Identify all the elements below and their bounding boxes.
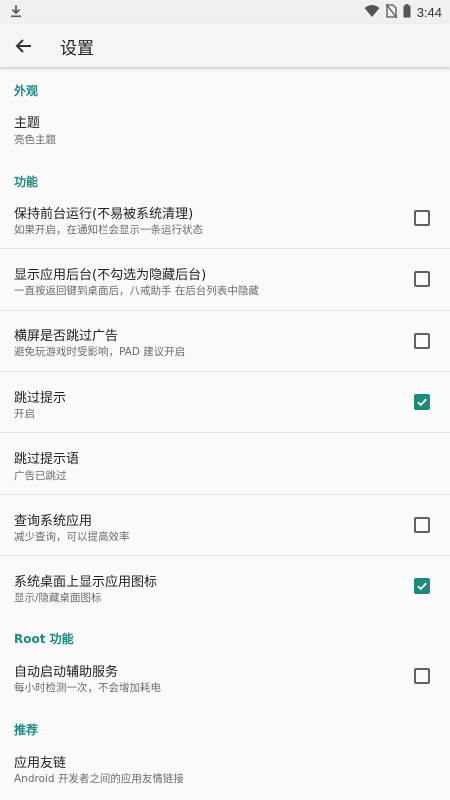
setting-theme[interactable]: 主题 亮色主题 [0,104,450,162]
no-sim-icon [385,3,398,22]
setting-landscape-skip[interactable]: 横屏是否跳过广告 避免玩游戏时受影响，PAD 建议开启 [0,311,450,372]
setting-summary: 减少查询，可以提高效率 [14,531,130,543]
setting-title: 应用友链 [14,756,67,771]
checkmark-icon [417,398,427,407]
setting-summary: 如果开启，在通知栏会显示一条运行状态 [14,224,203,236]
setting-query-system-apps[interactable]: 查询系统应用 减少查询，可以提高效率 [0,495,450,556]
setting-summary: 避免玩游戏时受影响，PAD 建议开启 [14,346,186,358]
download-icon [10,3,22,22]
setting-summary: 亮色主题 [14,134,56,146]
setting-show-launcher-icon[interactable]: 系统桌面上显示应用图标 显示/隐藏桌面图标 [0,556,450,616]
setting-title: 自动启动辅助服务 [14,665,119,680]
setting-title: 主题 [14,116,41,131]
checkbox-unchecked[interactable] [414,271,430,287]
checkbox-unchecked[interactable] [414,517,430,533]
status-time: 3:44 [416,4,442,20]
setting-title: 查询系统应用 [14,514,93,529]
setting-skip-tip-text[interactable]: 跳过提示语 广告已跳过 [0,433,450,495]
setting-friend-links[interactable]: 应用友链 Android 开发者之间的应用友情链接 [0,737,450,797]
setting-auto-start-accessibility[interactable]: 自动启动辅助服务 每小时检测一次，不会增加耗电 [0,646,450,706]
setting-summary: 显示/隐藏桌面图标 [14,592,102,604]
setting-summary: Android 开发者之间的应用友情链接 [14,773,184,785]
section-header-root: Root 功能 [14,632,74,646]
back-arrow-icon[interactable] [12,34,36,58]
setting-summary: 广告已跳过 [14,470,67,482]
setting-title: 跳过提示语 [14,452,80,467]
checkbox-unchecked[interactable] [414,668,430,684]
wifi-icon [364,3,380,22]
setting-keep-foreground[interactable]: 保持前台运行(不易被系统清理) 如果开启，在通知栏会显示一条运行状态 [0,187,450,249]
section-header-appearance: 外观 [14,84,39,98]
setting-title: 系统桌面上显示应用图标 [14,575,158,590]
setting-summary: 一直按返回键到桌面后，八戒助手 在后台列表中隐藏 [14,285,259,297]
checkbox-unchecked[interactable] [414,210,430,226]
checkbox-unchecked[interactable] [414,333,430,349]
status-bar: 3:44 [0,0,450,24]
setting-title: 保持前台运行(不易被系统清理) [14,207,194,222]
setting-title: 跳过提示 [14,391,67,406]
battery-icon [403,3,411,22]
setting-title: 显示应用后台(不勾选为隐藏后台) [14,268,207,283]
setting-summary: 开启 [14,408,35,420]
setting-show-background[interactable]: 显示应用后台(不勾选为隐藏后台) 一直按返回键到桌面后，八戒助手 在后台列表中隐… [0,249,450,311]
checkmark-icon [417,582,427,591]
setting-skip-tip[interactable]: 跳过提示 开启 [0,372,450,433]
page-title: 设置 [60,39,94,59]
setting-title: 横屏是否跳过广告 [14,329,119,344]
app-bar: 设置 [0,24,450,67]
checkbox-checked[interactable] [414,578,430,594]
section-header-recommend: 推荐 [14,723,39,737]
checkbox-checked[interactable] [414,394,430,410]
setting-summary: 每小时检测一次，不会增加耗电 [14,682,161,694]
